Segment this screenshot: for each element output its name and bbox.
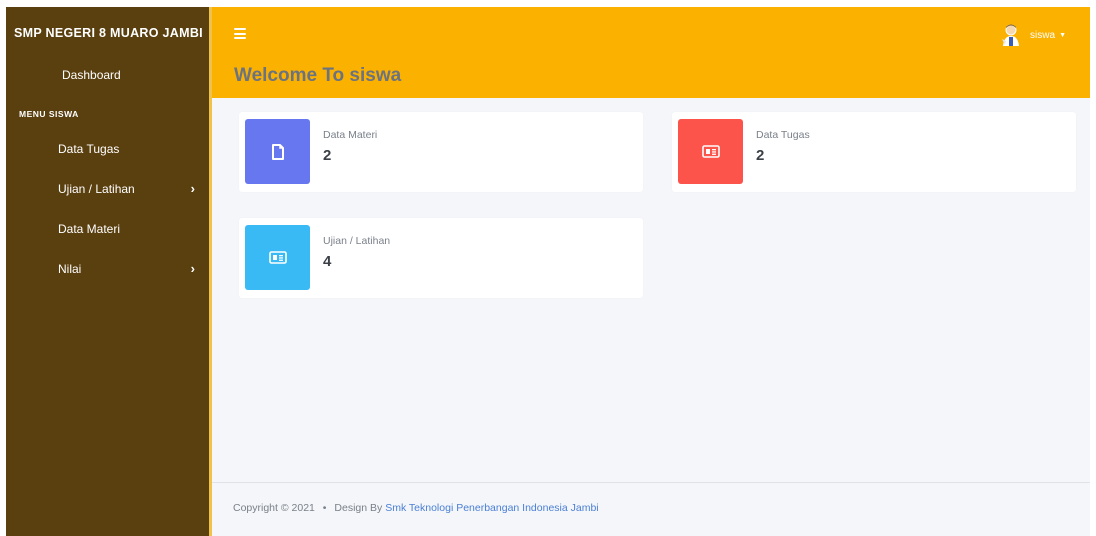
stat-icon-box	[678, 119, 743, 184]
stat-icon-box	[245, 225, 310, 290]
stat-value: 2	[756, 147, 765, 164]
sidebar-item-dashboard[interactable]: Dashboard	[6, 59, 209, 91]
sidebar-item-nilai[interactable]: Nilai ›	[6, 249, 209, 289]
chevron-right-icon: ›	[190, 180, 195, 196]
stat-label: Ujian / Latihan	[323, 235, 391, 247]
footer-design-by: Design By	[334, 502, 383, 514]
stat-value: 4	[323, 253, 332, 270]
sidebar-item-label: Data Tugas	[58, 142, 120, 156]
newspaper-icon	[701, 145, 720, 158]
stat-card-data-materi[interactable]: Data Materi 2	[239, 112, 643, 192]
stat-value: 2	[323, 147, 332, 164]
app-frame: SMP NEGERI 8 MUARO JAMBI Dashboard MENU …	[6, 7, 1090, 536]
file-icon	[271, 143, 284, 160]
sidebar-item-label: Data Materi	[58, 222, 121, 236]
stat-label: Data Materi	[323, 129, 378, 141]
sidebar-item-data-materi[interactable]: Data Materi	[6, 209, 209, 249]
stat-label: Data Tugas	[756, 129, 810, 141]
stat-card-ujian-latihan[interactable]: Ujian / Latihan 4	[239, 218, 643, 298]
sidebar-item-ujian-latihan[interactable]: Ujian / Latihan ›	[6, 169, 209, 209]
footer-copyright: Copyright © 2021	[233, 502, 315, 514]
page-title: Welcome To siswa	[234, 65, 402, 86]
caret-down-icon: ▼	[1059, 31, 1066, 39]
sidebar-heading: MENU SISWA	[19, 109, 79, 119]
footer-separator: •	[322, 502, 327, 514]
user-name: siswa	[1030, 29, 1056, 41]
sidebar-item-label: Nilai	[58, 262, 82, 276]
chevron-right-icon: ›	[190, 260, 195, 276]
stat-card-data-tugas[interactable]: Data Tugas 2	[672, 112, 1076, 192]
newspaper-icon	[268, 251, 287, 264]
sidebar-brand[interactable]: SMP NEGERI 8 MUARO JAMBI	[6, 7, 209, 59]
stat-icon-box	[245, 119, 310, 184]
footer-text: Copyright © 2021 • Design By Smk Teknolo…	[233, 502, 599, 514]
sidebar: SMP NEGERI 8 MUARO JAMBI Dashboard MENU …	[6, 7, 212, 536]
footer: Copyright © 2021 • Design By Smk Teknolo…	[212, 482, 1090, 536]
sidebar-item-label: Ujian / Latihan	[58, 182, 135, 196]
main-content: Data Materi 2 Data Tugas 2 Ujian / Latih…	[212, 98, 1090, 536]
footer-link[interactable]: Smk Teknologi Penerbangan Indonesia Jamb…	[385, 502, 598, 514]
hamburger-icon[interactable]	[234, 28, 246, 39]
user-dropdown[interactable]: siswa ▼	[1000, 23, 1066, 47]
avatar	[1000, 23, 1022, 47]
topbar: siswa ▼ Welcome To siswa	[212, 7, 1090, 98]
sidebar-item-data-tugas[interactable]: Data Tugas	[6, 129, 209, 169]
